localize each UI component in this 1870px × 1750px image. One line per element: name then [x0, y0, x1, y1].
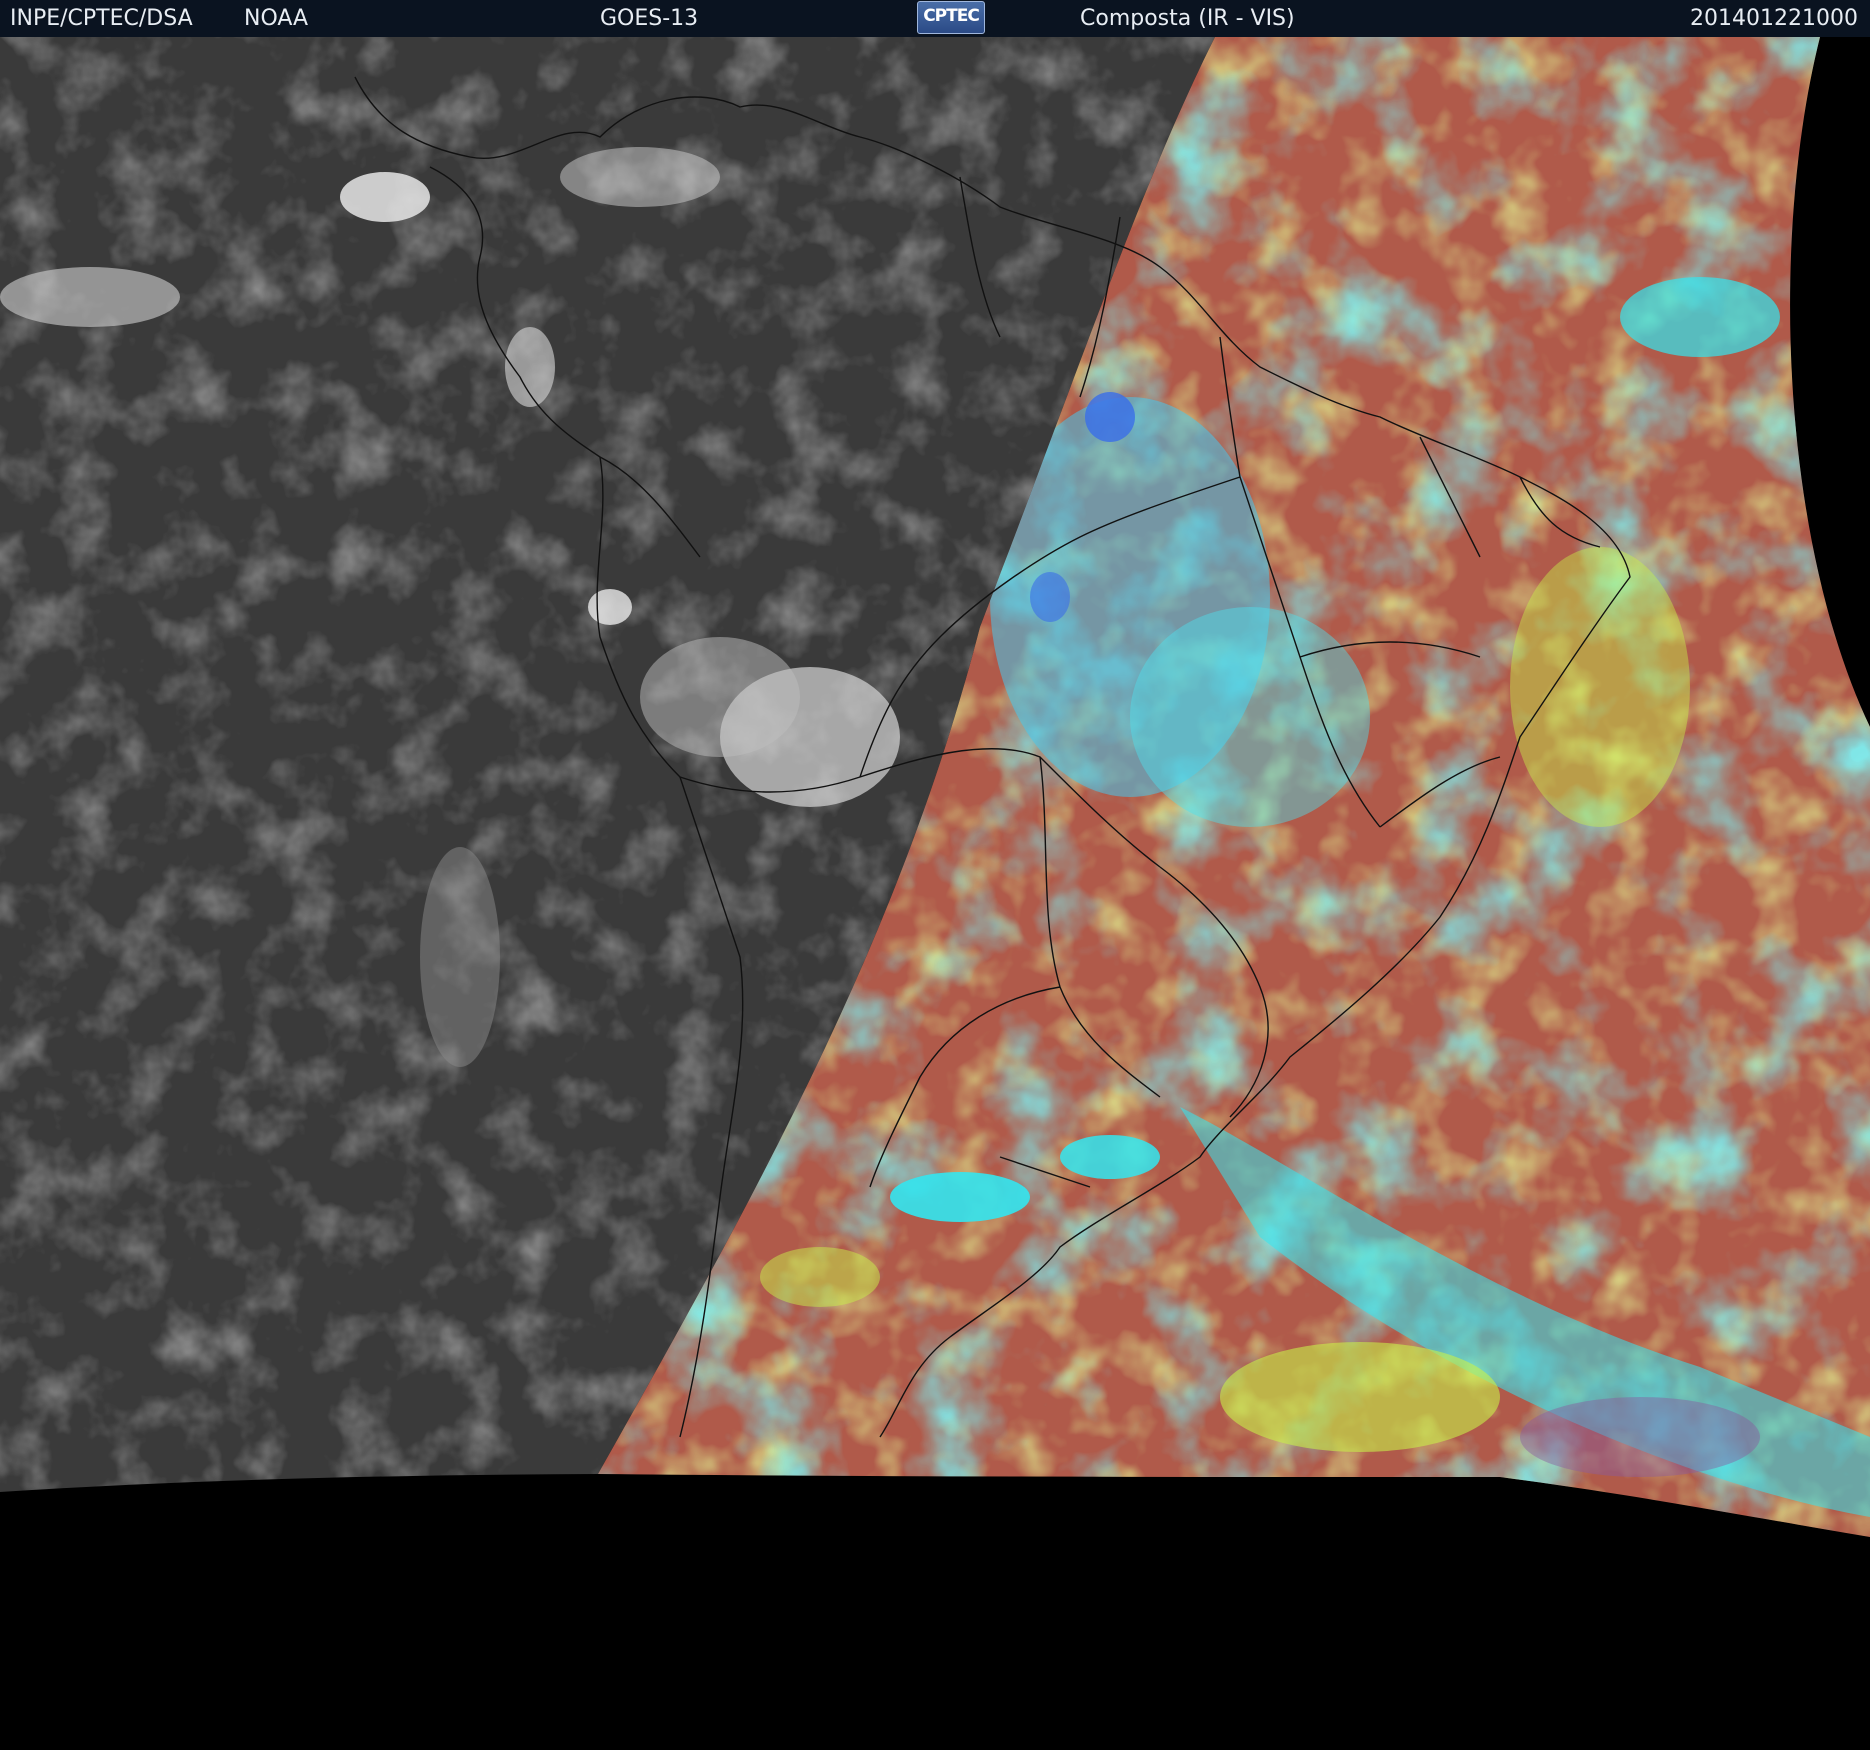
satellite-label: GOES-13	[600, 6, 699, 31]
header-bar: INPE/CPTEC/DSA NOAA GOES-13 CPTEC Compos…	[0, 0, 1870, 37]
product-label: Composta (IR - VIS)	[1080, 6, 1295, 31]
agency-label: INPE/CPTEC/DSA	[10, 6, 193, 31]
satellite-map	[0, 37, 1870, 1750]
cptec-logo-text: CPTEC	[923, 6, 980, 26]
cptec-logo: CPTEC	[917, 1, 985, 34]
source-label: NOAA	[244, 6, 309, 31]
timestamp-label: 201401221000	[1690, 6, 1858, 31]
